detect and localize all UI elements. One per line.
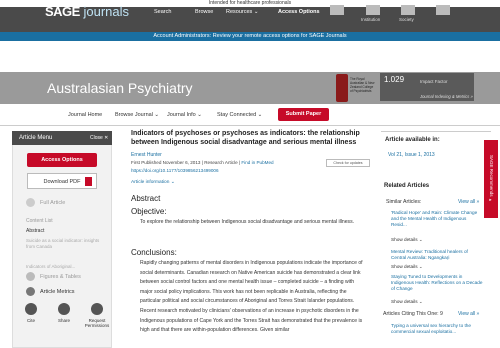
pdf-icon <box>85 177 92 186</box>
abstract-heading: Abstract <box>131 194 161 203</box>
show-details-toggle[interactable]: Show details ⌄ <box>391 237 423 243</box>
sage-logo[interactable]: SAGE journals <box>45 4 129 19</box>
conclusions-text: Rapidly changing patterns of mental diso… <box>140 260 363 334</box>
share-button[interactable]: Share <box>55 318 73 323</box>
published-date: First Published November 6, 2013 <box>131 160 201 165</box>
document-icon <box>26 198 35 207</box>
access-options-label: Access Options <box>278 9 320 15</box>
abstract-link[interactable]: Abstract <box>26 228 44 234</box>
quote-icon[interactable] <box>25 303 37 315</box>
user-icon[interactable] <box>436 5 450 15</box>
view-all-similar-link[interactable]: View all » <box>458 199 479 205</box>
article-type: Research Article <box>204 160 238 165</box>
crest-icon <box>336 74 348 102</box>
article-title: Indicators of psychoses or psychoses as … <box>131 130 360 146</box>
society-logo[interactable]: The Royal Australian & New Zealand Colle… <box>336 74 376 102</box>
article-meta: First Published November 6, 2013 | Resea… <box>131 160 274 165</box>
available-in-heading: Article available in: <box>385 137 440 143</box>
crossmark-badge[interactable]: Check for updates <box>326 159 370 167</box>
journal-info-menu[interactable]: Journal Info ⌄ <box>167 112 202 118</box>
key-icon[interactable] <box>91 303 103 315</box>
society-icon[interactable] <box>401 5 415 15</box>
related-articles-heading: Related Articles <box>384 183 430 189</box>
access-options-button[interactable]: Access Options <box>27 153 97 167</box>
submit-paper-button[interactable]: Submit Paper <box>278 108 329 121</box>
related-article-link[interactable]: 'Radical Hope' and Rain: Climate Change … <box>391 210 483 228</box>
shopping-cart-icon[interactable] <box>330 5 344 15</box>
article-metrics-link[interactable]: Article Metrics <box>40 289 75 295</box>
section-link[interactable]: Indicators of Aboriginal... <box>26 264 102 270</box>
browse-menu[interactable]: Browse <box>195 9 213 15</box>
journal-home-link[interactable]: Journal Home <box>68 112 102 118</box>
content-list-label: Content List <box>26 218 53 224</box>
journal-metrics-link[interactable]: Journal Indexing & Metrics » <box>420 94 473 99</box>
admin-access-banner[interactable]: Account Administrators: Review your remo… <box>0 32 500 41</box>
download-pdf-button[interactable]: Download PDF <box>27 173 97 189</box>
stay-connected-menu[interactable]: Stay Connected ⌄ <box>217 112 262 118</box>
related-article-link[interactable]: Staying Tuned to Developments in Indigen… <box>391 274 483 292</box>
impact-factor-value: 1.029 <box>384 75 405 84</box>
full-article-link[interactable]: Full Article <box>40 200 65 206</box>
doi-link[interactable]: https://doi.org/10.1177/1039856213499006 <box>131 168 219 173</box>
sage-recommends-tab[interactable]: SAGE Recommends ▸ <box>484 140 498 218</box>
journal-title[interactable]: Australasian Psychiatry <box>47 80 193 96</box>
article-info-toggle[interactable]: Article information ⌄ <box>131 180 175 185</box>
objective-text: To explore the relationship between Indi… <box>140 219 355 225</box>
institution-label[interactable]: Institution <box>361 17 380 22</box>
figures-tables-link[interactable]: Figures & Tables <box>40 274 81 280</box>
show-details-toggle[interactable]: Show details ⌄ <box>391 299 423 305</box>
institution-icon[interactable] <box>366 5 380 15</box>
share-icon[interactable] <box>58 303 70 315</box>
view-all-citing-link[interactable]: View all » <box>458 311 479 317</box>
society-logo-text: The Royal Australian & New Zealand Colle… <box>350 77 375 93</box>
figures-icon <box>26 272 35 281</box>
citing-articles-heading: Articles Citing This One: 9 <box>383 311 443 317</box>
browse-journal-menu[interactable]: Browse Journal ⌄ <box>115 112 159 118</box>
society-label[interactable]: Society <box>399 17 414 22</box>
related-article-link[interactable]: Mental Review: Traditional healers of Ce… <box>391 249 483 261</box>
impact-factor-label: Impact Factor <box>420 79 448 84</box>
pubmed-link[interactable]: Find in PubMed <box>241 160 273 165</box>
cite-button[interactable]: Cite <box>24 318 38 323</box>
permissions-button[interactable]: Request Permissions <box>84 318 110 328</box>
citing-article-link[interactable]: Typing a universal sex hierarchy to the … <box>391 323 483 335</box>
metrics-icon <box>26 287 35 296</box>
objective-heading: Objective: <box>131 207 167 216</box>
author-link[interactable]: Ernest Hunter <box>131 152 162 158</box>
close-menu-button[interactable]: Close ✕ <box>90 131 108 145</box>
issue-link[interactable]: Vol 21, Issue 1, 2013 <box>388 152 435 158</box>
conclusions-heading: Conclusions: <box>131 248 177 257</box>
similar-articles-heading: Similar Articles: <box>386 199 422 205</box>
resources-menu[interactable]: Resources ⌄ <box>226 9 258 15</box>
show-details-toggle[interactable]: Show details ⌄ <box>391 264 423 270</box>
search-link[interactable]: Search <box>154 9 171 15</box>
section-link[interactable]: Suicide as a social indicator: insights … <box>26 238 102 250</box>
